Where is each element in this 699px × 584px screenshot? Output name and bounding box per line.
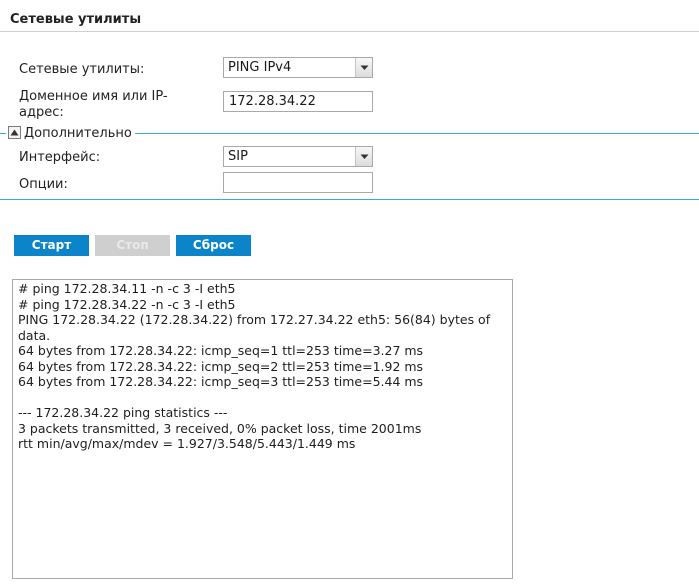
output-line: --- 172.28.34.22 ping statistics ---: [18, 405, 228, 420]
options-label: Опции:: [19, 177, 68, 192]
output-line: 64 bytes from 172.28.34.22: icmp_seq=3 t…: [18, 374, 424, 389]
host-input[interactable]: 172.28.34.22: [223, 91, 373, 112]
output-line: 3 packets transmitted, 3 received, 0% pa…: [18, 420, 422, 436]
advanced-label[interactable]: Дополнительно: [24, 126, 132, 142]
output-line: # ping 172.28.34.22 -n -c 3 -I eth5: [18, 296, 236, 312]
chevron-down-icon[interactable]: [355, 58, 372, 77]
host-label: Доменное имя или IP-адрес:: [19, 89, 168, 120]
advanced-line-right: [135, 133, 699, 134]
output-line: # ping 172.28.34.11 -n -c 3 -I eth5: [18, 281, 236, 296]
utility-label: Сетевые утилиты:: [19, 62, 145, 77]
section-bottom-divider: [0, 199, 699, 200]
interface-label: Интерфейс:: [19, 150, 101, 165]
title-divider: [0, 31, 699, 32]
page-title: Сетевые утилиты: [10, 12, 142, 27]
triangle-up-icon: [10, 129, 19, 136]
options-input[interactable]: [223, 172, 373, 193]
output-line: rtt min/avg/max/mdev = 1.927/3.548/5.443…: [18, 436, 356, 451]
interface-select-value: SIP: [228, 149, 248, 164]
interface-select[interactable]: SIP: [223, 146, 373, 167]
reset-button[interactable]: Сброс: [176, 235, 251, 256]
output-console[interactable]: # ping 172.28.34.11 -n -c 3 -I eth5 # pi…: [12, 279, 513, 579]
utility-select[interactable]: PING IPv4: [223, 57, 373, 78]
chevron-down-icon[interactable]: [355, 147, 372, 166]
output-line: 64 bytes from 172.28.34.22: icmp_seq=1 t…: [18, 343, 424, 358]
stop-button[interactable]: Стоп: [95, 235, 170, 256]
start-button[interactable]: Старт: [14, 235, 89, 256]
utility-select-value: PING IPv4: [228, 60, 292, 75]
output-line: PING 172.28.34.22 (172.28.34.22) from 17…: [18, 312, 495, 343]
output-line: 64 bytes from 172.28.34.22: icmp_seq=2 t…: [18, 358, 424, 374]
advanced-line-left: [0, 133, 6, 134]
advanced-toggle[interactable]: [8, 126, 21, 139]
